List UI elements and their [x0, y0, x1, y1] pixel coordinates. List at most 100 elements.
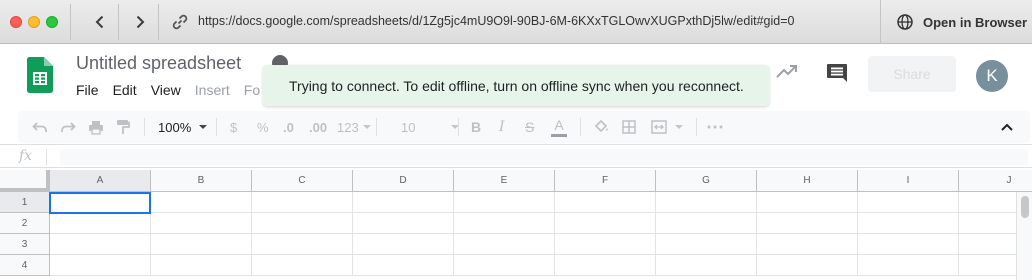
menu-insert[interactable]: Insert [195, 82, 230, 98]
cell-h4[interactable] [757, 255, 858, 276]
vertical-scrollbar[interactable] [1016, 192, 1032, 280]
minimize-window-button[interactable] [28, 16, 40, 28]
chevron-down-icon [675, 125, 683, 129]
row-header-2[interactable]: 2 [0, 213, 50, 234]
paint-format-button[interactable] [116, 111, 130, 143]
increase-decimals-button[interactable]: .00 [309, 111, 327, 143]
close-window-button[interactable] [10, 16, 22, 28]
cell-f2[interactable] [555, 213, 656, 234]
cell-c4[interactable] [252, 255, 353, 276]
column-header-d[interactable]: D [353, 170, 454, 192]
cell-g2[interactable] [656, 213, 757, 234]
borders-button[interactable] [622, 111, 636, 143]
menu-format[interactable]: Fo [244, 82, 260, 98]
cell-c1[interactable] [252, 192, 353, 213]
more-formats-button[interactable]: 123 [337, 111, 371, 143]
cell-e4[interactable] [454, 255, 555, 276]
cell-a2[interactable] [50, 213, 151, 234]
more-options-button[interactable]: ⋯ [706, 111, 724, 143]
column-header-h[interactable]: H [757, 170, 858, 192]
menu-edit[interactable]: Edit [113, 82, 137, 98]
cell-f3[interactable] [555, 234, 656, 255]
cell-i4[interactable] [858, 255, 959, 276]
font-size-select[interactable]: 10 [401, 111, 461, 143]
bold-button[interactable]: B [471, 111, 481, 143]
cell-c3[interactable] [252, 234, 353, 255]
cell-d3[interactable] [353, 234, 454, 255]
cell-e3[interactable] [454, 234, 555, 255]
cell-h1[interactable] [757, 192, 858, 213]
cell-e1[interactable] [454, 192, 555, 213]
column-header-c[interactable]: C [252, 170, 353, 192]
column-header-b[interactable]: B [151, 170, 252, 192]
cell-i1[interactable] [858, 192, 959, 213]
column-header-a[interactable]: A [50, 170, 151, 192]
cell-g4[interactable] [656, 255, 757, 276]
collapse-toolbar-button[interactable] [1000, 111, 1014, 143]
cell-f1[interactable] [555, 192, 656, 213]
column-header-j[interactable]: J [959, 170, 1032, 192]
cell-d4[interactable] [353, 255, 454, 276]
share-button[interactable]: Share [868, 56, 956, 92]
cell-b4[interactable] [151, 255, 252, 276]
formula-input[interactable] [60, 149, 1028, 165]
cell-b3[interactable] [151, 234, 252, 255]
undo-icon [32, 122, 47, 132]
column-header-i[interactable]: I [858, 170, 959, 192]
scrollbar-thumb[interactable] [1021, 196, 1029, 218]
cell-b2[interactable] [151, 213, 252, 234]
select-all-corner[interactable] [0, 170, 50, 192]
cell-b1[interactable] [151, 192, 252, 213]
row-header-3[interactable]: 3 [0, 234, 50, 255]
cell-g3[interactable] [656, 234, 757, 255]
row-header-1[interactable]: 1 [0, 192, 50, 213]
cell-i3[interactable] [858, 234, 959, 255]
back-button[interactable] [88, 10, 112, 34]
open-in-browser-button[interactable]: Open in Browser [880, 0, 1032, 44]
trending-up-icon[interactable] [776, 64, 798, 85]
comment-icon[interactable] [826, 63, 848, 88]
menu-view[interactable]: View [151, 82, 181, 98]
redo-button[interactable] [60, 111, 76, 143]
toolbar-divider [696, 118, 697, 136]
decrease-decimals-button[interactable]: .0 [283, 111, 294, 143]
print-button[interactable] [88, 111, 104, 143]
text-color-button[interactable]: A [551, 111, 567, 143]
zoom-window-button[interactable] [46, 16, 58, 28]
cell-i2[interactable] [858, 213, 959, 234]
cell-g1[interactable] [656, 192, 757, 213]
formula-divider [46, 149, 47, 165]
globe-icon [897, 14, 913, 30]
currency-format-button[interactable]: $ [230, 111, 237, 143]
cell-c2[interactable] [252, 213, 353, 234]
merge-cells-button[interactable] [651, 111, 683, 143]
zoom-select[interactable]: 100% [158, 111, 208, 143]
column-header-e[interactable]: E [454, 170, 555, 192]
italic-button[interactable]: I [499, 111, 505, 143]
menu-file[interactable]: File [76, 82, 99, 98]
column-header-g[interactable]: G [656, 170, 757, 192]
cell-e2[interactable] [454, 213, 555, 234]
cell-a4[interactable] [50, 255, 151, 276]
cell-d2[interactable] [353, 213, 454, 234]
cell-d1[interactable] [353, 192, 454, 213]
percent-format-button[interactable]: % [257, 111, 269, 143]
active-cell-outline[interactable] [49, 192, 151, 214]
document-title[interactable]: Untitled spreadsheet [76, 53, 241, 74]
address-bar-url[interactable]: https://docs.google.com/spreadsheets/d/1… [198, 14, 794, 28]
undo-button[interactable] [32, 111, 48, 143]
forward-button[interactable] [128, 10, 152, 34]
avatar[interactable]: K [976, 60, 1008, 92]
text-color-swatch [551, 133, 567, 137]
cell-a3[interactable] [50, 234, 151, 255]
strikethrough-button[interactable]: S [525, 111, 534, 143]
sheets-logo-icon[interactable] [27, 57, 53, 98]
cell-h2[interactable] [757, 213, 858, 234]
column-header-f[interactable]: F [555, 170, 656, 192]
cell-h3[interactable] [757, 234, 858, 255]
cell-f4[interactable] [555, 255, 656, 276]
menu-bar: File Edit View Insert Fo [76, 82, 274, 98]
row-header-4[interactable]: 4 [0, 255, 50, 276]
fill-color-button[interactable] [593, 111, 609, 143]
toolbar: 100% $ % .0 .00 123 10 B I S A ⋯ [18, 111, 1030, 143]
